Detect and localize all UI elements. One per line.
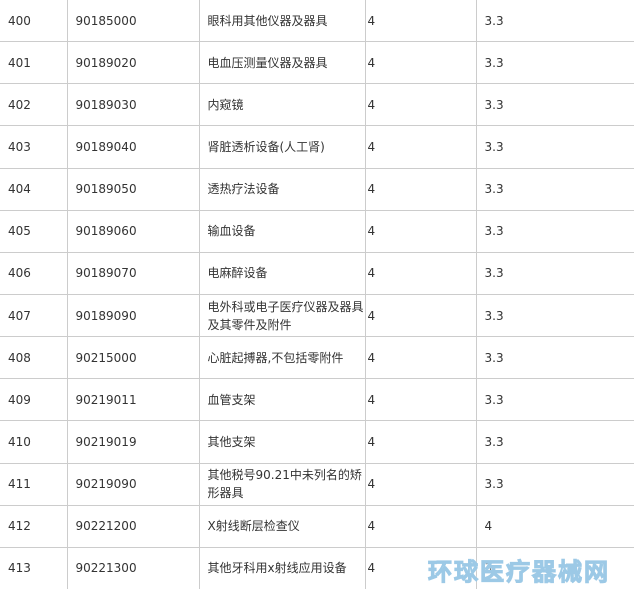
row-number-cell: 400 <box>0 0 68 43</box>
tariff-code-cell: 90219019 <box>66 420 200 464</box>
row-number-cell: 406 <box>0 251 68 295</box>
rate-cell: 3.3 <box>475 41 634 85</box>
table-row: 403 90189040 肾脏透析设备(人工肾) 4 3.3 <box>0 125 634 169</box>
product-name-cell: 电血压测量仪器及器具 <box>198 41 366 85</box>
table-row: 410 90219019 其他支架 4 3.3 <box>0 420 634 464</box>
rate-cell: 4 <box>364 0 477 43</box>
tariff-code-cell: 90189090 <box>66 293 200 338</box>
table-row: 409 90219011 血管支架 4 3.3 <box>0 378 634 422</box>
table-row: 401 90189020 电血压测量仪器及器具 4 3.3 <box>0 41 634 85</box>
row-number-cell: 402 <box>0 83 68 127</box>
product-name-cell: 心脏起搏器,不包括零附件 <box>198 336 366 380</box>
row-number-cell: 408 <box>0 336 68 380</box>
tariff-code-cell: 90189040 <box>66 125 200 169</box>
tariff-code-cell: 90219011 <box>66 378 200 422</box>
table-row: 411 90219090 其他税号90.21中未列名的矫形器具 4 3.3 <box>0 462 634 506</box>
rate-cell: 4 <box>364 209 477 253</box>
row-number-cell: 407 <box>0 293 68 338</box>
rate-cell: 4 <box>364 251 477 295</box>
rate-cell: 4 <box>364 336 477 380</box>
tariff-code-cell: 90189070 <box>66 251 200 295</box>
product-name-cell: 内窥镜 <box>198 83 366 127</box>
rate-cell: 3.3 <box>475 167 634 211</box>
row-number-cell: 404 <box>0 167 68 211</box>
row-number-cell: 409 <box>0 378 68 422</box>
table-row: 402 90189030 内窥镜 4 3.3 <box>0 83 634 127</box>
product-name-cell: 电麻醉设备 <box>198 251 366 295</box>
row-number-cell: 413 <box>0 546 68 589</box>
rate-cell: 3.3 <box>475 0 634 43</box>
product-name-cell: 电外科或电子医疗仪器及器具及其零件及附件 <box>198 293 366 338</box>
tariff-code-cell: 90185000 <box>66 0 200 43</box>
rate-cell: 4 <box>364 125 477 169</box>
product-name-cell: 血管支架 <box>198 378 366 422</box>
tariff-code-cell: 90221300 <box>66 546 200 589</box>
rate-cell: 4 <box>364 378 477 422</box>
product-name-cell: 肾脏透析设备(人工肾) <box>198 125 366 169</box>
tariff-code-cell: 90189020 <box>66 41 200 85</box>
row-number-cell: 410 <box>0 420 68 464</box>
rate-cell: 4 <box>364 293 477 338</box>
tariff-code-cell: 90189030 <box>66 83 200 127</box>
row-number-cell: 405 <box>0 209 68 253</box>
rate-cell: 3.3 <box>475 462 634 506</box>
product-name-cell: 透热疗法设备 <box>198 167 366 211</box>
rate-cell: 3.3 <box>475 420 634 464</box>
rate-cell: 4 <box>475 504 634 548</box>
product-name-cell: 输血设备 <box>198 209 366 253</box>
row-number-cell: 412 <box>0 504 68 548</box>
row-number-cell: 401 <box>0 41 68 85</box>
rate-cell: 3.3 <box>475 293 634 338</box>
table-row: 404 90189050 透热疗法设备 4 3.3 <box>0 167 634 211</box>
product-name-cell: 其他牙科用x射线应用设备 <box>198 546 366 589</box>
rate-cell: 3.3 <box>475 251 634 295</box>
rate-cell: 4 <box>364 83 477 127</box>
tariff-code-cell: 90221200 <box>66 504 200 548</box>
rate-cell: 3.3 <box>475 209 634 253</box>
product-name-cell: X射线断层检查仪 <box>198 504 366 548</box>
product-name-cell: 其他支架 <box>198 420 366 464</box>
tariff-code-cell: 90219090 <box>66 462 200 506</box>
table-row: 406 90189070 电麻醉设备 4 3.3 <box>0 251 634 295</box>
site-watermark: 环球医疗器械网 <box>428 558 610 587</box>
tariff-code-cell: 90215000 <box>66 336 200 380</box>
table-row: 412 90221200 X射线断层检查仪 4 4 <box>0 504 634 548</box>
product-name-cell: 其他税号90.21中未列名的矫形器具 <box>198 462 366 506</box>
rate-cell: 3.3 <box>475 336 634 380</box>
table-row: 400 90185000 眼科用其他仪器及器具 4 3.3 <box>0 0 634 43</box>
table-row: 408 90215000 心脏起搏器,不包括零附件 4 3.3 <box>0 336 634 380</box>
tariff-code-cell: 90189060 <box>66 209 200 253</box>
rate-cell: 4 <box>364 41 477 85</box>
row-number-cell: 411 <box>0 462 68 506</box>
row-number-cell: 403 <box>0 125 68 169</box>
rate-cell: 3.3 <box>475 125 634 169</box>
table-row: 405 90189060 输血设备 4 3.3 <box>0 209 634 253</box>
rate-cell: 3.3 <box>475 83 634 127</box>
rate-cell: 4 <box>364 167 477 211</box>
rate-cell: 4 <box>364 462 477 506</box>
tariff-code-cell: 90189050 <box>66 167 200 211</box>
table-row: 407 90189090 电外科或电子医疗仪器及器具及其零件及附件 4 3.3 <box>0 293 634 338</box>
rate-cell: 4 <box>364 420 477 464</box>
rate-cell: 3.3 <box>475 378 634 422</box>
tariff-table: 400 90185000 眼科用其他仪器及器具 4 3.3 401 901890… <box>0 0 634 589</box>
product-name-cell: 眼科用其他仪器及器具 <box>198 0 366 43</box>
table-body: 400 90185000 眼科用其他仪器及器具 4 3.3 401 901890… <box>0 0 634 589</box>
rate-cell: 4 <box>364 504 477 548</box>
